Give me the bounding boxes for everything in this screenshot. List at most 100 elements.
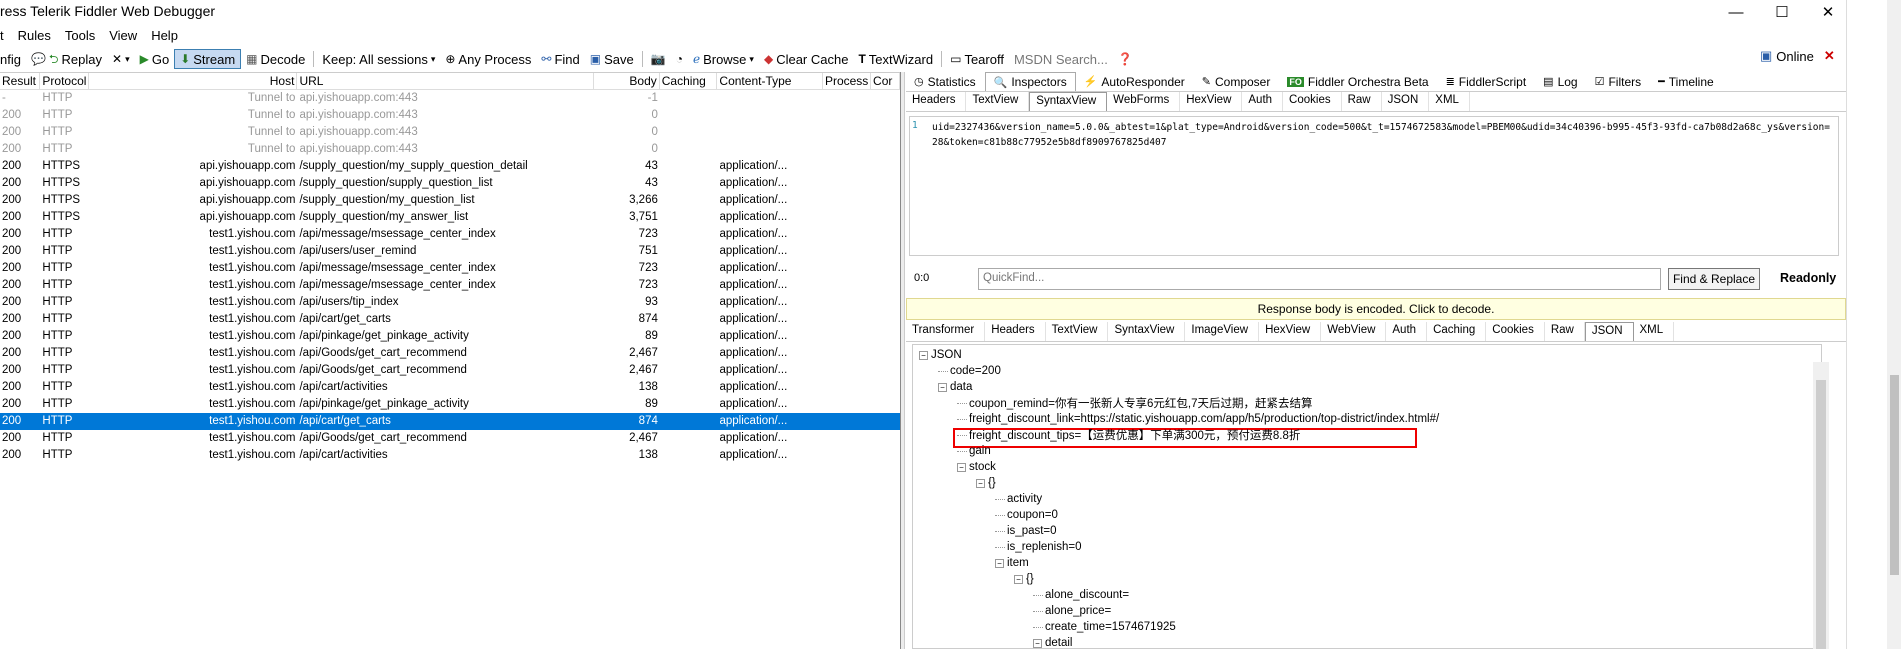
session-row[interactable]: - HTTP Tunnel to api.yishouapp.com:443 -1 — [0, 90, 900, 107]
session-row[interactable]: 200 HTTP test1.yishou.com/api/message/mses… — [0, 226, 900, 243]
request-body-view[interactable]: 1 uid=2327436&version_name=5.0.0&_abtest… — [909, 116, 1839, 256]
tab-fiddler-orchestra-beta[interactable]: FO Fiddler Orchestra Beta — [1279, 72, 1437, 91]
response-tab-raw[interactable]: Raw — [1545, 322, 1585, 341]
session-row[interactable]: 200 HTTP Tunnel to api.yishouapp.com:443 0 — [0, 124, 900, 141]
json-tree-node[interactable]: freight_discount_link=https://static.yis… — [957, 411, 1439, 427]
timer-button[interactable]: ◔ — [671, 49, 688, 69]
json-tree-node[interactable]: − data — [938, 379, 972, 395]
session-row[interactable]: 200 HTTP test1.yishou.com/api/cart/get_car… — [0, 311, 900, 328]
remove-button[interactable]: ✕ ▾ — [107, 49, 135, 69]
tab-composer[interactable]: ✎ Composer — [1194, 72, 1280, 91]
response-tab-cookies[interactable]: Cookies — [1486, 322, 1545, 341]
browse-button[interactable]: ℯ Browse ▾ — [688, 49, 759, 69]
response-tab-auth[interactable]: Auth — [1386, 322, 1428, 341]
json-tree-scrollbar[interactable] — [1813, 362, 1829, 649]
request-tab-xml[interactable]: XML — [1429, 92, 1470, 111]
keep-sessions-dropdown[interactable]: Keep: All sessions ▾ — [317, 49, 440, 69]
save-button[interactable]: ▣ Save — [585, 49, 639, 69]
session-row[interactable]: 200 HTTP test1.yishou.com/api/Goods/get_ca… — [0, 430, 900, 447]
session-row[interactable]: 200 HTTP test1.yishou.com/api/cart/get_car… — [0, 413, 900, 430]
session-row[interactable]: 200 HTTPS api.yishouapp.com/supply_questio… — [0, 158, 900, 175]
scrollbar-thumb[interactable] — [1816, 380, 1826, 649]
response-tab-transformer[interactable]: Transformer — [906, 322, 986, 341]
tab-log[interactable]: ▤ Log — [1535, 72, 1586, 91]
column-caching[interactable]: Caching — [660, 73, 718, 89]
session-row[interactable]: 200 HTTP test1.yishou.com/api/pinkage/get_… — [0, 328, 900, 345]
request-tab-json[interactable]: JSON — [1382, 92, 1430, 111]
outer-scrollbar-thumb[interactable] — [1890, 375, 1899, 575]
help-button[interactable]: ❓ — [1113, 49, 1138, 69]
session-row[interactable]: 200 HTTPS api.yishouapp.com/supply_questio… — [0, 209, 900, 226]
stream-button[interactable]: ⬇ Stream — [174, 49, 242, 69]
request-tab-hexview[interactable]: HexView — [1180, 92, 1243, 111]
response-tab-textview[interactable]: TextView — [1046, 322, 1109, 341]
json-tree-node[interactable]: −{} — [976, 475, 996, 491]
json-tree-node[interactable]: − detail — [1033, 635, 1073, 648]
json-tree-node[interactable]: freight_discount_tips=【运费优惠】下单满300元，预付运费… — [957, 427, 1300, 443]
text-wizard-button[interactable]: T TextWizard — [853, 49, 938, 69]
request-tab-webforms[interactable]: WebForms — [1107, 92, 1181, 111]
json-tree-node[interactable]: alone_price= — [1033, 603, 1111, 619]
menu-item-rules[interactable]: Rules — [12, 26, 57, 46]
tab-filters[interactable]: ☑ Filters — [1587, 72, 1651, 91]
request-tab-raw[interactable]: Raw — [1342, 92, 1382, 111]
find-button[interactable]: ⚯ Find — [536, 49, 584, 69]
session-row[interactable]: 200 HTTP test1.yishou.com/api/cart/activit… — [0, 379, 900, 396]
maximize-button[interactable]: ☐ — [1759, 0, 1805, 24]
tab-autoresponder[interactable]: ⚡ AutoResponder — [1076, 72, 1194, 91]
column-comments[interactable]: Cor — [871, 73, 900, 89]
menu-item-tools[interactable]: Tools — [59, 26, 101, 46]
session-row[interactable]: 200 HTTPS api.yishouapp.com/supply_questio… — [0, 192, 900, 209]
session-row[interactable]: 200 HTTP test1.yishou.com/api/Goods/get_ca… — [0, 345, 900, 362]
clear-cache-button[interactable]: ◆ Clear Cache — [759, 49, 854, 69]
column-host[interactable]: Host — [89, 73, 298, 89]
response-tab-caching[interactable]: Caching — [1427, 322, 1487, 341]
session-row[interactable]: 200 HTTP test1.yishou.com/api/pinkage/get_… — [0, 396, 900, 413]
response-tab-xml[interactable]: XML — [1634, 322, 1675, 341]
tab-fiddlerscript[interactable]: ≣ FiddlerScript — [1438, 72, 1536, 91]
collapse-icon[interactable]: − — [938, 382, 947, 392]
msdn-search-input[interactable]: MSDN Search... — [1009, 49, 1113, 69]
json-tree-node[interactable]: create_time=1574671925 — [1033, 619, 1176, 635]
json-tree-node[interactable]: gain — [957, 443, 991, 459]
response-tab-imageview[interactable]: ImageView — [1185, 322, 1260, 341]
response-tab-json[interactable]: JSON — [1584, 322, 1634, 341]
collapse-icon[interactable]: − — [919, 350, 928, 360]
tab-inspectors[interactable]: 🔍 Inspectors — [984, 72, 1076, 91]
column-result[interactable]: Result — [0, 73, 41, 89]
quickfind-input[interactable]: QuickFind... — [978, 268, 1661, 290]
json-tree-view[interactable]: − JSON code=200− data coupon_remind=你有一张新人专享… — [912, 344, 1822, 649]
session-row[interactable]: 200 HTTP test1.yishou.com/api/users/user_r… — [0, 243, 900, 260]
collapse-icon[interactable]: − — [1014, 574, 1023, 584]
find-replace-button[interactable]: Find & Replace — [1668, 268, 1760, 290]
session-row[interactable]: 200 HTTP test1.yishou.com/api/users/tip_in… — [0, 294, 900, 311]
request-tab-auth[interactable]: Auth — [1242, 92, 1284, 111]
json-tree-node[interactable]: code=200 — [938, 363, 1001, 379]
tab-timeline[interactable]: ━ Timeline — [1650, 72, 1723, 91]
column-url[interactable]: URL — [297, 73, 595, 89]
json-tree-node[interactable]: alone_discount= — [1033, 587, 1129, 603]
collapse-icon[interactable]: − — [995, 558, 1004, 568]
session-row[interactable]: 200 HTTPS api.yishouapp.com/supply_questio… — [0, 175, 900, 192]
menu-item-help[interactable]: Help — [145, 26, 184, 46]
go-button[interactable]: ▶ Go — [135, 49, 175, 69]
json-tree-node[interactable]: activity — [995, 491, 1042, 507]
request-tab-syntaxview[interactable]: SyntaxView — [1029, 92, 1108, 111]
json-tree-node[interactable]: is_past=0 — [995, 523, 1057, 539]
response-tab-headers[interactable]: Headers — [985, 322, 1046, 341]
session-row[interactable]: 200 HTTP Tunnel to api.yishouapp.com:443 0 — [0, 107, 900, 124]
close-button[interactable]: ✕ — [1805, 0, 1851, 24]
column-process[interactable]: Process — [823, 73, 872, 89]
collapse-icon[interactable]: − — [976, 478, 985, 488]
config-button[interactable]: nfig — [0, 49, 26, 69]
json-tree-node[interactable]: is_replenish=0 — [995, 539, 1081, 555]
json-tree-node[interactable]: − stock — [957, 459, 996, 475]
request-tab-headers[interactable]: Headers — [906, 92, 967, 111]
column-body[interactable]: Body — [594, 73, 660, 89]
session-row[interactable]: 200 HTTP test1.yishou.com/api/message/mses… — [0, 260, 900, 277]
pane-splitter[interactable] — [900, 72, 905, 649]
online-indicator[interactable]: ▣ Online ✕ — [1760, 48, 1835, 64]
minimize-button[interactable]: — — [1713, 0, 1759, 24]
request-tab-textview[interactable]: TextView — [966, 92, 1030, 111]
close-icon[interactable]: ✕ — [1824, 48, 1835, 64]
